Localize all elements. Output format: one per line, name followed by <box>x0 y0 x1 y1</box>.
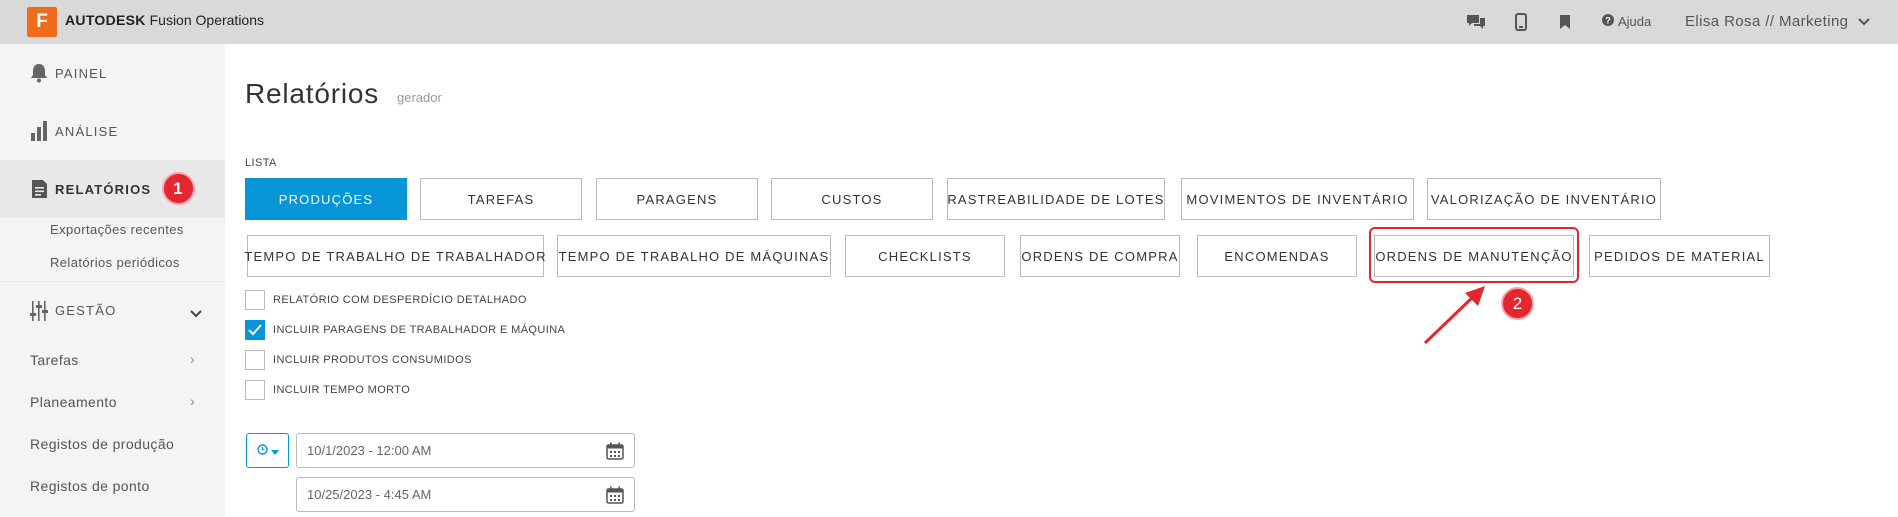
sliders-icon <box>28 300 50 322</box>
chat-icon[interactable] <box>1465 11 1487 33</box>
clock-icon <box>256 443 268 458</box>
sidebar-item-gestao[interactable]: GESTÃO <box>0 281 225 339</box>
report-button-pedidos-material[interactable]: PEDIDOS DE MATERIAL <box>1589 235 1770 277</box>
date-from-field[interactable]: 10/1/2023 - 12:00 AM <box>296 433 635 468</box>
sidebar-sub-periodicos[interactable]: Relatórios periódicos <box>50 255 180 270</box>
sidebar-label-analise: ANÁLISE <box>55 123 119 139</box>
report-button-producoes[interactable]: PRODUÇÕES <box>245 178 407 220</box>
svg-text:?: ? <box>1605 16 1611 26</box>
report-button-valorizacao-inventario[interactable]: VALORIZAÇÃO DE INVENTÁRIO <box>1427 178 1661 220</box>
chevron-right-icon: › <box>190 351 195 367</box>
checkbox-label: RELATÓRIO COM DESPERDÍCIO DETALHADO <box>273 294 527 306</box>
sidebar: PAINEL ANÁLISE RELATÓRIOS 1 Exportações … <box>0 44 225 517</box>
sidebar-item-tarefas[interactable]: Tarefas <box>30 352 79 368</box>
report-button-tempo-maquinas[interactable]: TEMPO DE TRABALHO DE MÁQUINAS <box>557 235 831 277</box>
checkbox-box[interactable] <box>245 350 265 370</box>
checkbox-label: INCLUIR PRODUTOS CONSUMIDOS <box>273 354 472 366</box>
calendar-icon[interactable] <box>606 442 624 463</box>
sidebar-item-registos-ponto[interactable]: Registos de ponto <box>30 478 150 494</box>
report-button-tempo-trabalhador[interactable]: TEMPO DE TRABALHO DE TRABALHADOR <box>244 235 545 277</box>
report-button-rastreabilidade[interactable]: RASTREABILIDADE DE LOTES <box>947 178 1165 220</box>
brand-bold: AUTODESK <box>65 12 146 28</box>
bell-icon <box>28 62 50 84</box>
chevron-down-icon <box>1858 13 1871 30</box>
sidebar-label-painel: PAINEL <box>55 65 108 81</box>
checkbox-produtos-consumidos[interactable]: INCLUIR PRODUTOS CONSUMIDOS <box>245 350 472 370</box>
report-button-ordens-compra[interactable]: ORDENS DE COMPRA <box>1020 235 1180 277</box>
annotation-badge-2: 2 <box>1501 287 1534 320</box>
sidebar-sub-exportacoes[interactable]: Exportações recentes <box>50 222 184 237</box>
checkbox-box[interactable] <box>245 290 265 310</box>
mobile-icon[interactable] <box>1510 11 1532 33</box>
help-link[interactable]: ? Ajuda <box>1602 14 1651 29</box>
report-icon <box>28 178 50 200</box>
calendar-icon[interactable] <box>606 486 624 507</box>
checkbox-label: INCLUIR TEMPO MORTO <box>273 384 411 396</box>
sidebar-label-relatorios: RELATÓRIOS <box>55 181 152 197</box>
report-button-paragens[interactable]: PARAGENS <box>596 178 758 220</box>
date-preset-button[interactable] <box>246 433 289 468</box>
bookmark-icon[interactable] <box>1554 11 1576 33</box>
page-title: Relatórios <box>245 78 380 109</box>
checkbox-desperdicio[interactable]: RELATÓRIO COM DESPERDÍCIO DETALHADO <box>245 290 527 310</box>
caret-down-icon <box>270 444 279 458</box>
top-bar: F AUTODESK Fusion Operations ? Ajuda Eli… <box>0 0 1898 44</box>
user-menu[interactable]: Elisa Rosa // Marketing <box>1685 13 1871 30</box>
sidebar-item-painel[interactable]: PAINEL <box>0 44 225 102</box>
report-button-movimentos-inventario[interactable]: MOVIMENTOS DE INVENTÁRIO <box>1181 178 1414 220</box>
report-button-checklists[interactable]: CHECKLISTS <box>845 235 1005 277</box>
date-from-value: 10/1/2023 - 12:00 AM <box>307 443 432 458</box>
report-button-tarefas[interactable]: TAREFAS <box>420 178 582 220</box>
chevron-right-icon: › <box>190 393 195 409</box>
checkbox-label: INCLUIR PARAGENS DE TRABALHADOR E MÁQUIN… <box>273 324 566 336</box>
report-button-custos[interactable]: CUSTOS <box>771 178 933 220</box>
checkmark-icon[interactable] <box>245 320 265 340</box>
page-subtitle: gerador <box>397 90 442 105</box>
question-icon: ? <box>1602 14 1614 29</box>
chevron-down-icon <box>190 306 202 321</box>
checkbox-box[interactable] <box>245 380 265 400</box>
sidebar-item-relatorios[interactable]: RELATÓRIOS 1 <box>0 160 225 218</box>
sidebar-label-gestao: GESTÃO <box>55 303 117 318</box>
date-to-field[interactable]: 10/25/2023 - 4:45 AM <box>296 477 635 512</box>
sidebar-item-registos-producao[interactable]: Registos de produção <box>30 436 174 452</box>
help-label: Ajuda <box>1618 14 1652 29</box>
report-button-encomendas[interactable]: ENCOMENDAS <box>1197 235 1357 277</box>
user-name: Elisa Rosa // Marketing <box>1685 13 1849 30</box>
fusion-logo[interactable]: F <box>27 7 57 37</box>
brand-product: Fusion Operations <box>149 12 265 28</box>
date-to-value: 10/25/2023 - 4:45 AM <box>307 487 432 502</box>
lista-label: LISTA <box>245 157 277 169</box>
sidebar-item-analise[interactable]: ANÁLISE <box>0 102 225 160</box>
checkbox-paragens[interactable]: INCLUIR PARAGENS DE TRABALHADOR E MÁQUIN… <box>245 320 565 340</box>
brand-name: AUTODESK Fusion Operations <box>65 12 264 28</box>
annotation-arrow-icon <box>1423 286 1485 345</box>
bar-chart-icon <box>28 120 50 142</box>
annotation-highlight-box <box>1369 227 1579 283</box>
sidebar-item-planeamento[interactable]: Planeamento <box>30 394 117 410</box>
checkbox-tempo-morto[interactable]: INCLUIR TEMPO MORTO <box>245 380 410 400</box>
annotation-badge-1: 1 <box>162 172 195 205</box>
